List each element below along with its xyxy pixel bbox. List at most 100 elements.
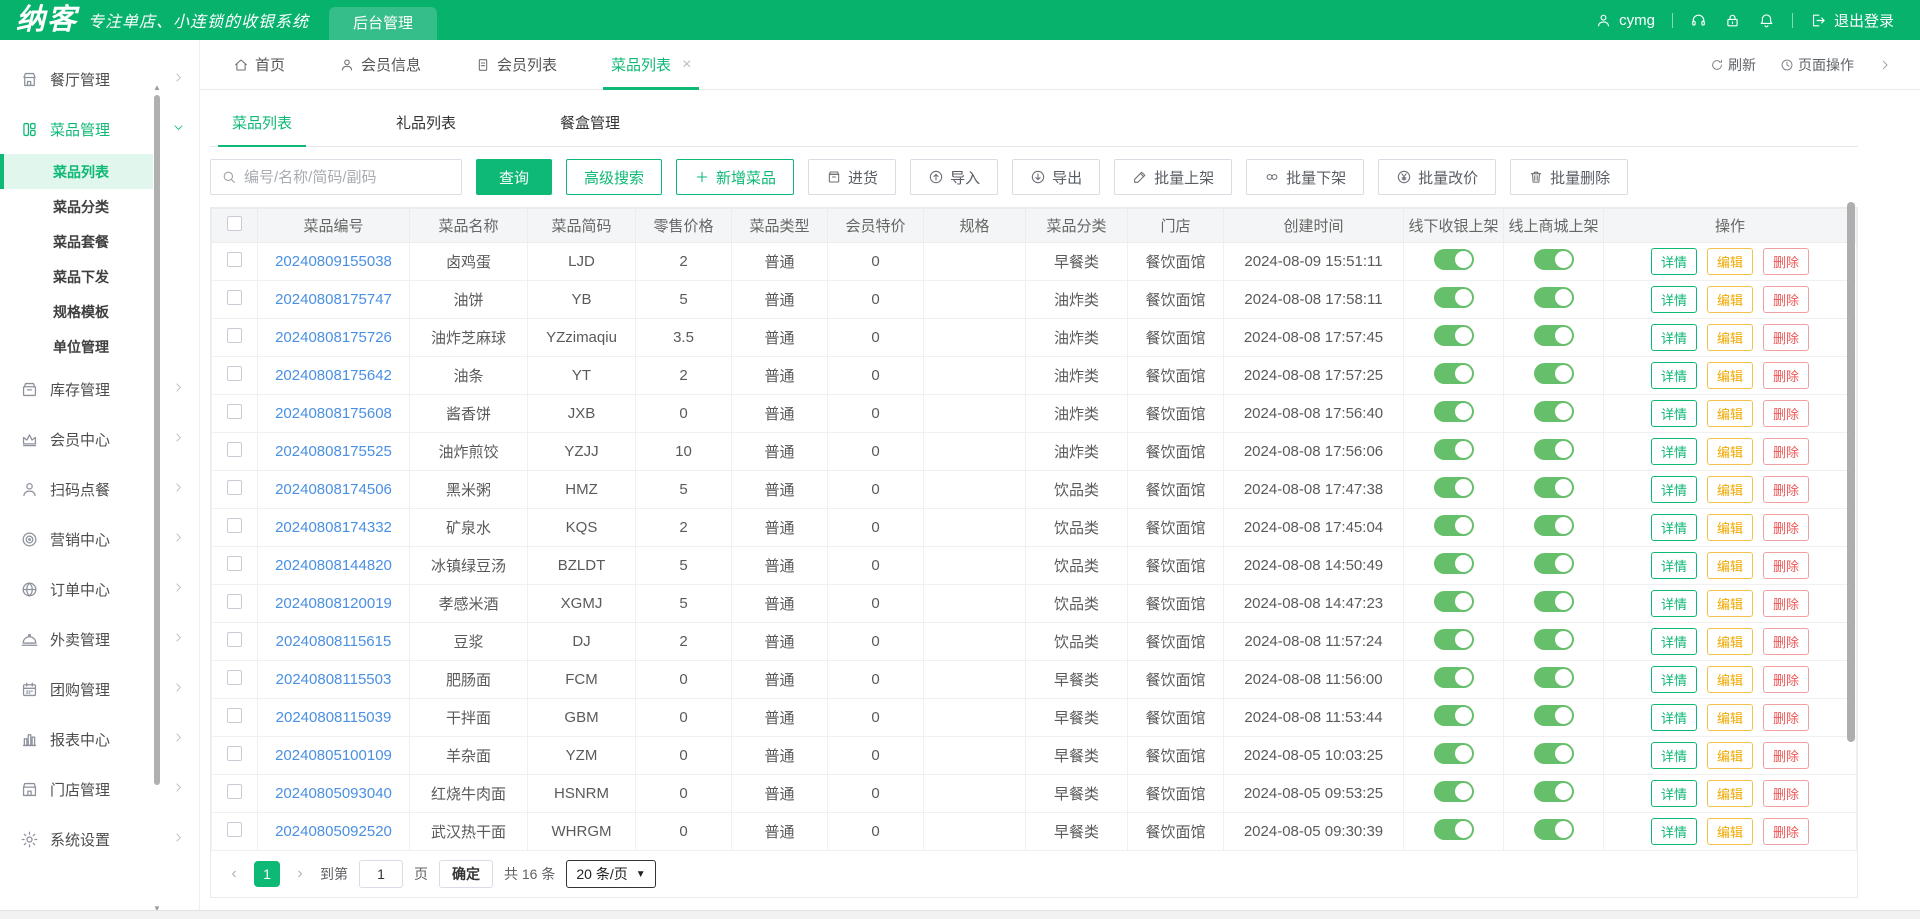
edit-button[interactable]: 编辑 xyxy=(1706,628,1753,655)
row-checkbox[interactable] xyxy=(227,708,242,723)
sidebar-scrollbar[interactable] xyxy=(154,95,160,785)
sidebar-group-5[interactable]: 扫码点餐 xyxy=(0,464,199,514)
online-shelf-toggle[interactable] xyxy=(1533,477,1574,498)
advanced-search-button[interactable]: 高级搜索 xyxy=(566,159,663,195)
row-checkbox[interactable] xyxy=(227,822,242,837)
online-shelf-toggle[interactable] xyxy=(1533,743,1574,764)
delete-button[interactable]: 删除 xyxy=(1763,552,1810,579)
row-checkbox[interactable] xyxy=(227,556,242,571)
sidebar-group-8[interactable]: 外卖管理 xyxy=(0,614,199,664)
offline-shelf-toggle[interactable] xyxy=(1433,287,1474,308)
online-shelf-toggle[interactable] xyxy=(1533,705,1574,726)
sidebar-group-9[interactable]: 团购管理 xyxy=(0,664,199,714)
row-checkbox[interactable] xyxy=(227,518,242,533)
detail-button[interactable]: 详情 xyxy=(1650,324,1697,351)
detail-button[interactable]: 详情 xyxy=(1650,742,1697,769)
offline-shelf-toggle[interactable] xyxy=(1433,363,1474,384)
online-shelf-toggle[interactable] xyxy=(1533,363,1574,384)
edit-button[interactable]: 编辑 xyxy=(1706,552,1753,579)
edit-button[interactable]: 编辑 xyxy=(1706,324,1753,351)
select-all-checkbox[interactable] xyxy=(227,216,242,231)
sidebar-subitem-1[interactable]: 菜品列表 xyxy=(0,154,153,189)
detail-button[interactable]: 详情 xyxy=(1650,552,1697,579)
batch-on-shelf-button[interactable]: 批量上架 xyxy=(1114,159,1233,195)
add-dish-button[interactable]: 新增菜品 xyxy=(676,159,795,195)
dish-id-link[interactable]: 20240809155038 xyxy=(275,253,392,270)
row-checkbox[interactable] xyxy=(227,784,242,799)
row-checkbox[interactable] xyxy=(227,442,242,457)
table-scrollbar[interactable] xyxy=(1847,202,1855,742)
support-icon[interactable] xyxy=(1690,12,1707,29)
delete-button[interactable]: 删除 xyxy=(1763,248,1810,275)
batch-delete-button[interactable]: 批量删除 xyxy=(1510,159,1629,195)
online-shelf-toggle[interactable] xyxy=(1533,781,1574,802)
row-checkbox[interactable] xyxy=(227,594,242,609)
row-checkbox[interactable] xyxy=(227,328,242,343)
sidebar-subitem-2[interactable]: 菜品分类 xyxy=(0,189,153,224)
sidebar-subitem-5[interactable]: 规格模板 xyxy=(0,294,153,329)
tab-4[interactable]: 菜品列表 × xyxy=(603,40,700,90)
sidebar-group-2[interactable]: 菜品管理 xyxy=(0,104,199,154)
dish-id-link[interactable]: 20240808115503 xyxy=(276,671,392,688)
edit-button[interactable]: 编辑 xyxy=(1706,248,1753,275)
detail-button[interactable]: 详情 xyxy=(1650,248,1697,275)
bell-icon[interactable] xyxy=(1758,12,1775,29)
dish-id-link[interactable]: 20240808174332 xyxy=(275,519,392,536)
delete-button[interactable]: 删除 xyxy=(1763,324,1810,351)
online-shelf-toggle[interactable] xyxy=(1533,515,1574,536)
detail-button[interactable]: 详情 xyxy=(1650,476,1697,503)
edit-button[interactable]: 编辑 xyxy=(1706,818,1753,845)
subtab-2[interactable]: 礼品列表 xyxy=(382,112,470,146)
dish-id-link[interactable]: 20240805100109 xyxy=(275,747,392,764)
detail-button[interactable]: 详情 xyxy=(1650,666,1697,693)
edit-button[interactable]: 编辑 xyxy=(1706,438,1753,465)
sidebar-group-11[interactable]: 门店管理 xyxy=(0,764,199,814)
detail-button[interactable]: 详情 xyxy=(1650,780,1697,807)
edit-button[interactable]: 编辑 xyxy=(1706,704,1753,731)
row-checkbox[interactable] xyxy=(227,632,242,647)
dish-id-link[interactable]: 20240808115039 xyxy=(276,709,392,726)
edit-button[interactable]: 编辑 xyxy=(1706,666,1753,693)
dish-id-link[interactable]: 20240808144820 xyxy=(275,557,392,574)
detail-button[interactable]: 详情 xyxy=(1650,438,1697,465)
delete-button[interactable]: 删除 xyxy=(1763,628,1810,655)
sidebar-group-3[interactable]: 库存管理 xyxy=(0,364,199,414)
delete-button[interactable]: 删除 xyxy=(1763,704,1810,731)
delete-button[interactable]: 删除 xyxy=(1763,666,1810,693)
online-shelf-toggle[interactable] xyxy=(1533,325,1574,346)
offline-shelf-toggle[interactable] xyxy=(1433,401,1474,422)
chevron-right-icon[interactable] xyxy=(1878,58,1892,72)
edit-button[interactable]: 编辑 xyxy=(1706,286,1753,313)
edit-button[interactable]: 编辑 xyxy=(1706,362,1753,389)
row-checkbox[interactable] xyxy=(227,252,242,267)
import-button[interactable]: 导入 xyxy=(910,159,999,195)
delete-button[interactable]: 删除 xyxy=(1763,818,1810,845)
dish-id-link[interactable]: 20240808175726 xyxy=(275,329,392,346)
offline-shelf-toggle[interactable] xyxy=(1433,439,1474,460)
sidebar-group-1[interactable]: 餐厅管理 xyxy=(0,54,199,104)
online-shelf-toggle[interactable] xyxy=(1533,439,1574,460)
delete-button[interactable]: 删除 xyxy=(1763,400,1810,427)
row-checkbox[interactable] xyxy=(227,480,242,495)
close-icon[interactable]: × xyxy=(682,56,691,74)
edit-button[interactable]: 编辑 xyxy=(1706,400,1753,427)
dish-id-link[interactable]: 20240808115615 xyxy=(276,633,392,650)
offline-shelf-toggle[interactable] xyxy=(1433,249,1474,270)
dish-id-link[interactable]: 20240805092520 xyxy=(275,823,392,840)
logout-button[interactable]: 退出登录 xyxy=(1810,10,1894,31)
purchase-button[interactable]: 进货 xyxy=(808,159,897,195)
sidebar-group-10[interactable]: 报表中心 xyxy=(0,714,199,764)
dish-id-link[interactable]: 20240808175608 xyxy=(275,405,392,422)
online-shelf-toggle[interactable] xyxy=(1533,287,1574,308)
detail-button[interactable]: 详情 xyxy=(1650,590,1697,617)
sidebar-subitem-4[interactable]: 菜品下发 xyxy=(0,259,153,294)
detail-button[interactable]: 详情 xyxy=(1650,704,1697,731)
delete-button[interactable]: 删除 xyxy=(1763,286,1810,313)
user-menu[interactable]: cymg xyxy=(1595,12,1655,29)
current-page-button[interactable]: 1 xyxy=(254,861,280,887)
sidebar-subitem-3[interactable]: 菜品套餐 xyxy=(0,224,153,259)
online-shelf-toggle[interactable] xyxy=(1533,401,1574,422)
refresh-button[interactable]: 刷新 xyxy=(1710,55,1756,75)
delete-button[interactable]: 删除 xyxy=(1763,742,1810,769)
offline-shelf-toggle[interactable] xyxy=(1433,819,1474,840)
